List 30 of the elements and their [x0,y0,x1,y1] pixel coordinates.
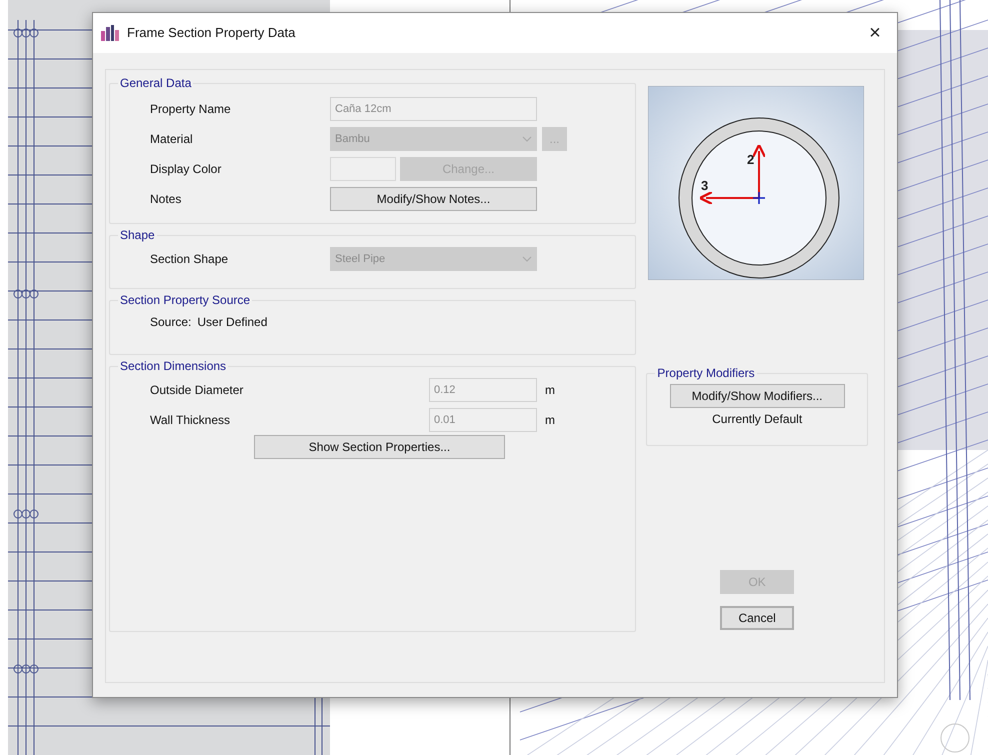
axis-label: 2 [747,152,755,167]
app-icon [101,25,119,41]
axis-label: 3 [701,178,709,193]
group-title: General Data [119,75,192,92]
source-label: Source: [150,314,192,331]
field-label: Outside Diameter [149,382,244,399]
cancel-button[interactable]: Cancel [720,606,794,630]
group-title: Section Dimensions [119,358,228,375]
field-label: Wall Thickness [149,412,232,429]
field-label: Notes [149,191,182,208]
chevron-icon [522,256,532,262]
field-label: Property Name [149,101,232,118]
field-label: Display Color [149,161,222,178]
group-title: Shape [119,227,156,244]
modifiers-button[interactable]: Modify/Show Modifiers... [670,384,845,408]
color-swatch[interactable] [330,157,396,181]
show-properties-button[interactable]: Show Section Properties... [254,435,505,459]
chevron-icon [522,136,532,142]
close-button[interactable]: × [857,18,893,48]
field-label: Section Shape [149,251,230,268]
modifiers-status: Currently Default [712,411,802,428]
source-value: User Defined [197,314,268,331]
unit-label: m [545,412,555,429]
field-label: Material [149,131,194,148]
group-title: Section Property Source [119,292,252,309]
unit-label: m [545,382,555,399]
group-title: Property Modifiers [656,365,756,382]
window-title: Frame Section Property Data [127,24,296,42]
origin-icon [753,192,766,204]
notes-button[interactable]: Modify/Show Notes... [330,187,537,211]
